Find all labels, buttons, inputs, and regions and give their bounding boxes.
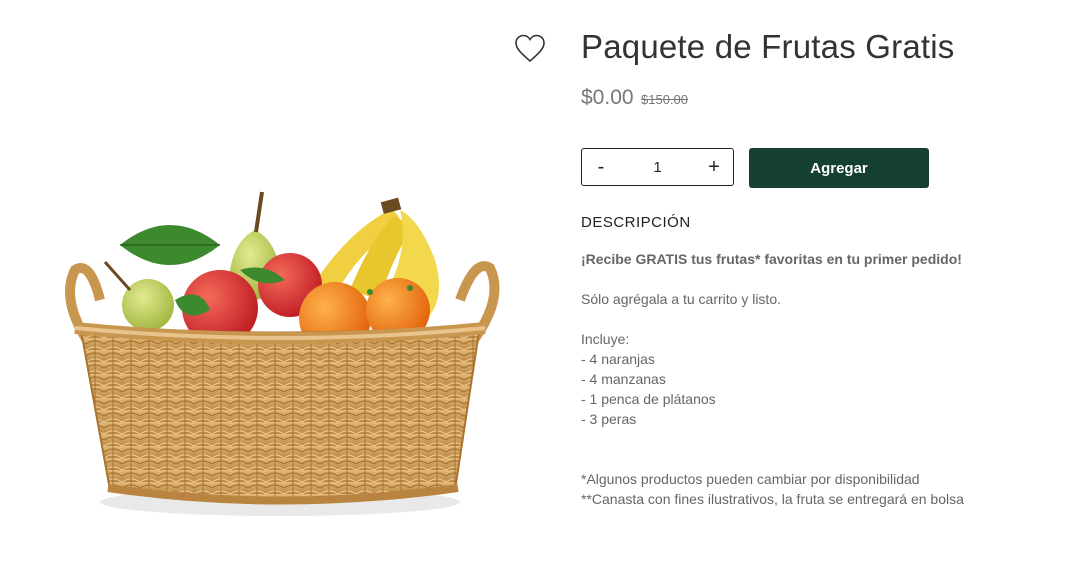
price-row: $0.00 $150.00 (581, 86, 688, 110)
product-title: Paquete de Frutas Gratis (581, 28, 955, 65)
quantity-input[interactable] (620, 157, 695, 177)
illustrative-note: **Canasta con fines ilustrativos, la fru… (581, 491, 964, 507)
description-body: ¡Recibe GRATIS tus frutas* favoritas en … (581, 249, 1051, 509)
current-price: $0.00 (581, 86, 634, 109)
list-item: - 3 peras (581, 411, 637, 427)
quantity-stepper: - + (581, 148, 734, 186)
includes-label: Incluye: (581, 331, 630, 347)
promo-text: ¡Recibe GRATIS tus frutas* favoritas en … (581, 251, 962, 267)
list-item: - 4 manzanas (581, 371, 666, 387)
add-to-cart-button[interactable]: Agregar (749, 148, 929, 188)
instruction-text: Sólo agrégala a tu carrito y listo. (581, 291, 781, 307)
decrement-button[interactable]: - (582, 156, 620, 179)
original-price: $150.00 (641, 92, 689, 107)
heart-outline-icon[interactable] (513, 32, 547, 66)
description-heading: DESCRIPCIÓN (581, 214, 691, 231)
list-item: - 1 penca de plátanos (581, 391, 716, 407)
availability-note: *Algunos productos pueden cambiar por di… (581, 471, 920, 487)
list-item: - 4 naranjas (581, 351, 655, 367)
increment-button[interactable]: + (695, 156, 733, 179)
product-image (50, 170, 510, 530)
